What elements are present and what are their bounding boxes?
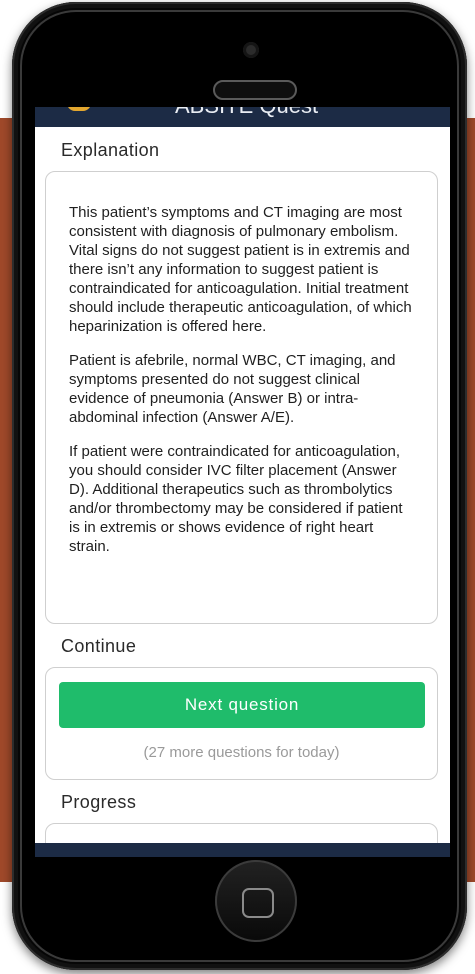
app-header: ABSITE Quest: [35, 107, 450, 127]
explanation-paragraph-3: If patient were contraindicated for anti…: [69, 443, 403, 555]
explanation-paragraph-2: Patient is afebrile, normal WBC, CT imag…: [69, 352, 396, 426]
progress-heading: Progress: [61, 792, 137, 812]
camera-icon: [243, 42, 259, 58]
home-button[interactable]: [215, 860, 297, 942]
next-question-button[interactable]: Next question: [59, 682, 425, 728]
bottom-bar: [35, 843, 450, 857]
home-square-icon: [242, 888, 274, 918]
explanation-card: This patient’s symptoms and CT imaging a…: [45, 171, 438, 624]
app-logo-icon: [67, 107, 91, 111]
remaining-questions-note: (27 more questions for today): [143, 744, 340, 761]
app-title: ABSITE Quest: [175, 107, 318, 119]
speaker-grille: [213, 80, 297, 100]
continue-card: Next question (27 more questions for tod…: [45, 667, 438, 780]
continue-heading: Continue: [61, 636, 137, 656]
explanation-paragraph-1: This patient’s symptoms and CT imaging a…: [69, 204, 412, 335]
explanation-heading: Explanation: [61, 140, 160, 160]
app-screen: ABSITE Quest Explanation This patient’s …: [35, 107, 450, 857]
